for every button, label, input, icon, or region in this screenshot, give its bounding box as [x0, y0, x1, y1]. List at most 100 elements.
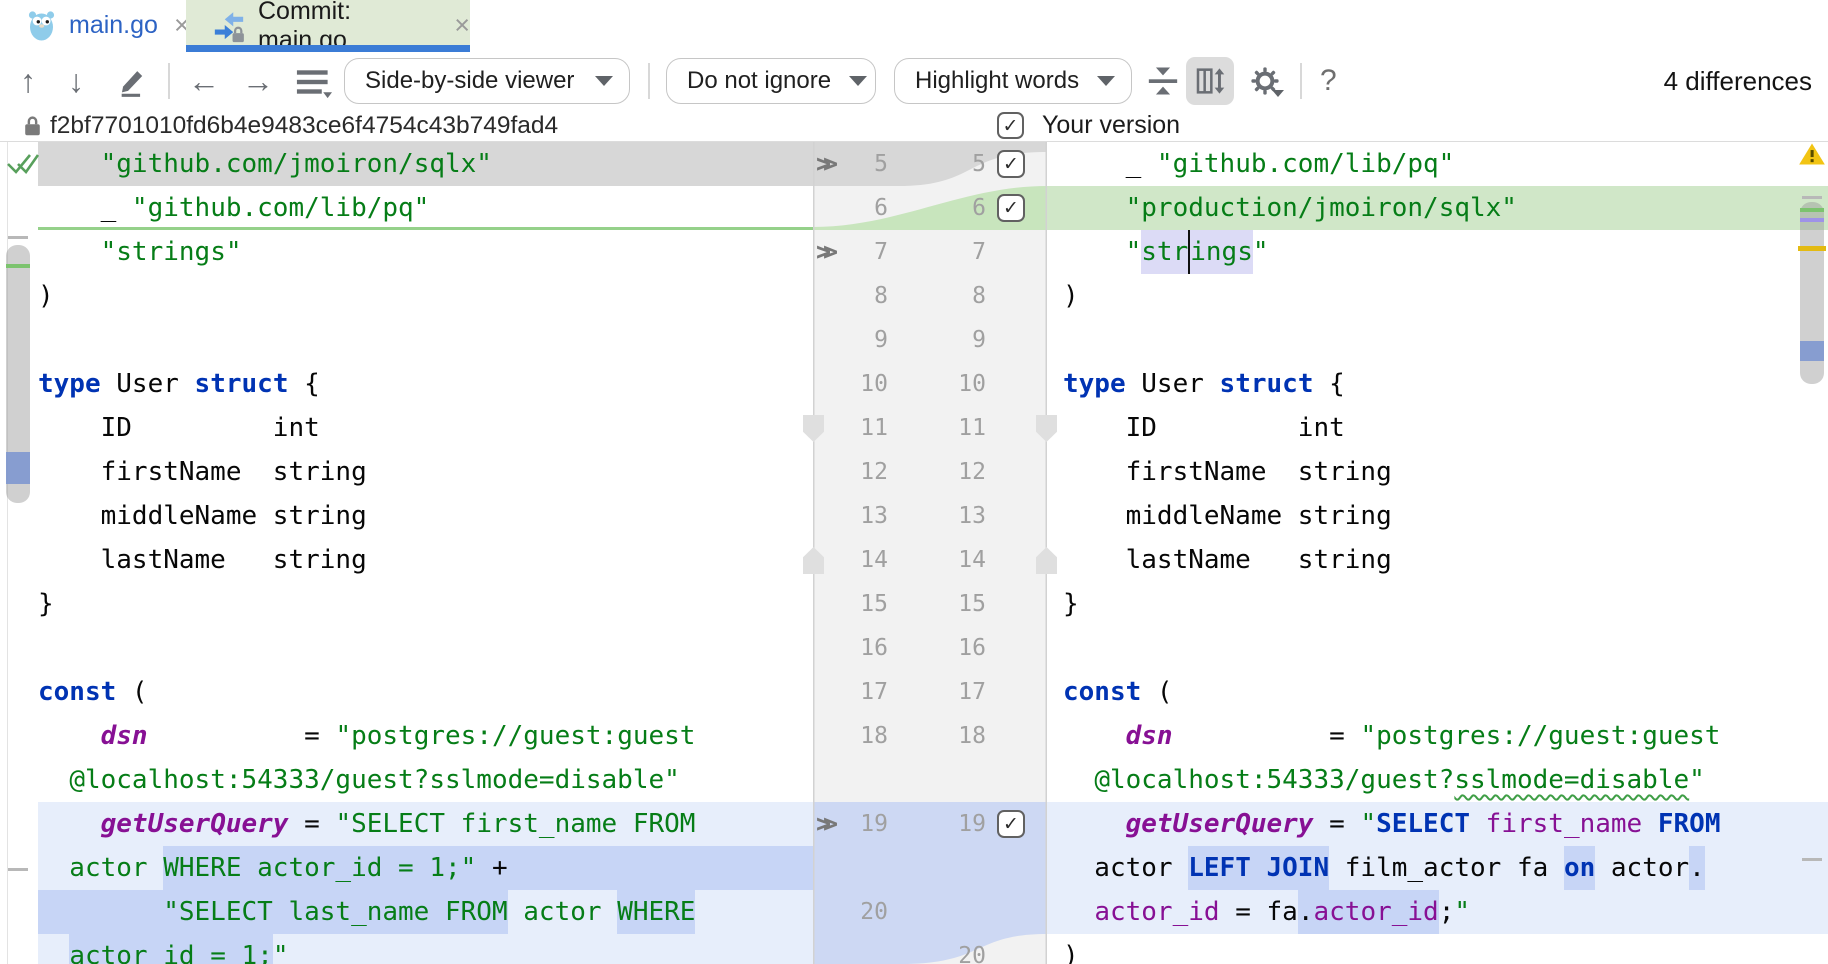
navigate-right-button[interactable]: →	[242, 52, 274, 110]
code-segment: sslmode=disable	[1454, 758, 1689, 802]
line-number-right: 9	[930, 318, 986, 362]
code-row[interactable]: middleName string	[38, 494, 813, 538]
code-segment: firstName string	[38, 450, 367, 494]
edit-pencil-icon[interactable]	[116, 64, 150, 103]
apply-change-chevron-icon[interactable]: >>	[816, 142, 860, 186]
previous-difference-button[interactable]: ↑	[20, 52, 36, 110]
code-segment: actor	[508, 890, 618, 934]
code-segment: on	[1564, 846, 1595, 890]
warning-triangle-icon[interactable]	[1798, 142, 1826, 171]
left-scrollbar[interactable]	[6, 142, 32, 964]
code-segment	[38, 714, 101, 758]
line-number-right: 11	[930, 406, 986, 450]
code-row[interactable]: dsn = "postgres://guest:guest	[1047, 714, 1828, 758]
gear-icon[interactable]	[1248, 64, 1282, 103]
code-row[interactable]: lastName string	[38, 538, 813, 582]
code-row[interactable]: ID int	[38, 406, 813, 450]
code-segment: middleName string	[1063, 494, 1392, 538]
line-number-right: 13	[930, 494, 986, 538]
sync-scrolling-toggle[interactable]	[1186, 57, 1234, 105]
code-row[interactable]: ID int	[1047, 406, 1828, 450]
include-change-checkbox[interactable]: ✓	[997, 194, 1025, 222]
code-segment: getUserQuery	[1126, 802, 1314, 846]
line-number-left: 18	[832, 714, 888, 758]
active-tab-underline	[186, 45, 470, 52]
code-row[interactable]: "strings"	[38, 230, 813, 274]
code-row[interactable]: middleName string	[1047, 494, 1828, 538]
chevron-down-icon	[849, 76, 867, 86]
code-segment: actor_id = 1;	[69, 934, 273, 964]
code-row[interactable]: getUserQuery = "SELECT first_name FROM	[1047, 802, 1828, 846]
code-row[interactable]: "github.com/jmoiron/sqlx"	[38, 142, 813, 186]
diff-toolbar: ↑ ↓ ← → Side-by-side viewer Do not ignor…	[0, 52, 1828, 110]
include-all-checkbox[interactable]: ✓	[997, 112, 1024, 139]
code-segment: FROM	[1658, 802, 1721, 846]
code-row[interactable]: _ "github.com/lib/pq"	[1047, 142, 1828, 186]
left-editor-pane[interactable]: "github.com/jmoiron/sqlx" _ "github.com/…	[38, 142, 813, 964]
line-number-right: 20	[930, 934, 986, 964]
code-row[interactable]: }	[1047, 582, 1828, 626]
code-segment: (	[116, 670, 147, 714]
code-segment: ID int	[38, 406, 320, 450]
tab-main-go[interactable]: main.go ×	[0, 0, 186, 51]
code-segment	[38, 230, 101, 274]
code-segment	[1063, 890, 1094, 934]
include-change-checkbox[interactable]: ✓	[997, 810, 1025, 838]
code-row[interactable]: type User struct {	[1047, 362, 1828, 406]
apply-change-chevron-icon[interactable]: >>	[816, 802, 860, 846]
code-segment: str	[1141, 230, 1188, 274]
collapse-unchanged-icon[interactable]	[1146, 64, 1180, 103]
viewer-mode-select[interactable]: Side-by-side viewer	[344, 58, 630, 104]
line-number-left: 11	[832, 406, 888, 450]
code-row[interactable]: const (	[1047, 670, 1828, 714]
code-segment	[1063, 714, 1126, 758]
line-number-right: 7	[930, 230, 986, 274]
right-scrollbar[interactable]	[1798, 142, 1826, 964]
navigate-left-button[interactable]: ←	[188, 52, 220, 110]
code-row[interactable]: actor WHERE actor_id = 1;" +	[38, 846, 813, 890]
code-segment: "SELECT last_name FROM	[38, 890, 508, 934]
line-number-right: 17	[930, 670, 986, 714]
code-row[interactable]: _ "github.com/lib/pq"	[38, 186, 813, 230]
comparison-header: f2bf7701010fd6b4e9483ce6f4754c43b749fad4…	[0, 110, 1828, 142]
code-segment: (	[1141, 670, 1172, 714]
next-difference-button[interactable]: ↓	[68, 52, 84, 110]
code-row[interactable]: "SELECT last_name FROM actor WHERE	[38, 890, 813, 934]
code-row[interactable]: firstName string	[38, 450, 813, 494]
compare-menu-icon[interactable]	[294, 64, 332, 105]
line-number-right: 12	[930, 450, 986, 494]
close-icon[interactable]: ×	[454, 12, 470, 39]
code-row[interactable]: )	[1047, 934, 1828, 964]
right-editor-pane[interactable]: _ "github.com/lib/pq" "production/jmoiro…	[1047, 142, 1828, 964]
code-row[interactable]: )	[38, 274, 813, 318]
apply-change-chevron-icon[interactable]: >>	[816, 230, 860, 274]
code-row[interactable]: "strings"	[1047, 230, 1828, 274]
code-row[interactable]: actor_id = 1;"	[38, 934, 813, 964]
code-segment: _	[1063, 142, 1157, 186]
help-button[interactable]: ?	[1320, 52, 1337, 110]
code-row[interactable]: firstName string	[1047, 450, 1828, 494]
tab-commit-main-go[interactable]: Commit: main.go ×	[186, 0, 470, 51]
changed-block-mark	[1800, 341, 1824, 361]
code-segment: ;	[1439, 890, 1455, 934]
code-row[interactable]: actor LEFT JOIN film_actor fa on actor.	[1047, 846, 1828, 890]
highlight-mode-select[interactable]: Highlight words	[894, 58, 1132, 104]
code-row[interactable]: dsn = "postgres://guest:guest	[38, 714, 813, 758]
code-row[interactable]: type User struct {	[38, 362, 813, 406]
whitespace-ignore-select[interactable]: Do not ignore	[666, 58, 876, 104]
line-number-right: 19	[930, 802, 986, 846]
code-row[interactable]: @localhost:54333/guest?sslmode=disable"	[38, 758, 813, 802]
code-row[interactable]: )	[1047, 274, 1828, 318]
toolbar-separator	[1300, 63, 1302, 99]
code-row[interactable]: "production/jmoiron/sqlx"	[1047, 186, 1828, 230]
code-row[interactable]: actor_id = fa.actor_id;"	[1047, 890, 1828, 934]
line-number-right: 18	[930, 714, 986, 758]
include-change-checkbox[interactable]: ✓	[997, 150, 1025, 178]
code-segment	[38, 758, 69, 802]
code-row[interactable]: @localhost:54333/guest?sslmode=disable"	[1047, 758, 1828, 802]
code-row[interactable]: getUserQuery = "SELECT first_name FROM	[38, 802, 813, 846]
code-row[interactable]: }	[38, 582, 813, 626]
code-row[interactable]: const (	[38, 670, 813, 714]
line-number-left: 8	[832, 274, 888, 318]
code-row[interactable]: lastName string	[1047, 538, 1828, 582]
